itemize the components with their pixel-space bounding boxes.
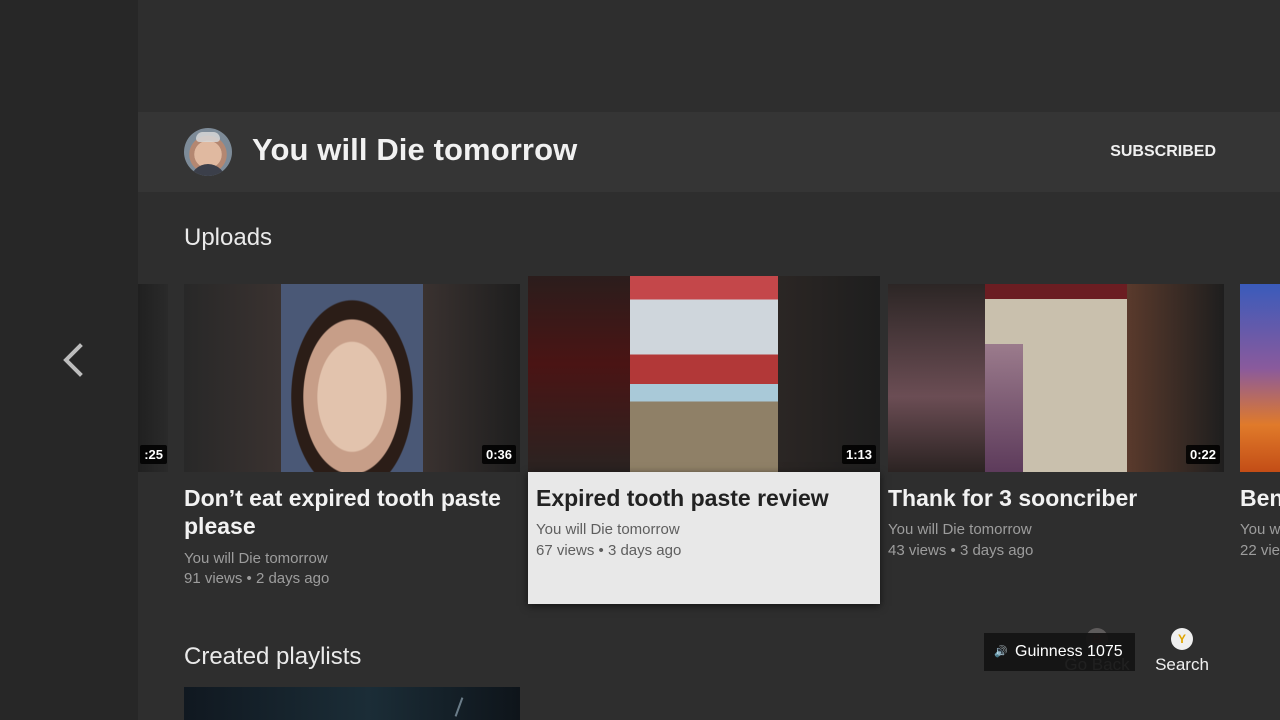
video-card-partial-left[interactable]: :25 [138, 284, 168, 472]
video-author: You w [1240, 521, 1280, 538]
channel-avatar[interactable] [184, 128, 232, 176]
video-duration: 0:22 [1185, 445, 1220, 464]
video-thumbnail [138, 284, 168, 472]
video-title: Thank for 3 sooncriber [888, 485, 1138, 511]
video-stats: 43 views • 3 days ago [888, 542, 1034, 559]
video-thumbnail: 1:13 [528, 276, 880, 472]
video-card-partial-right[interactable]: Ben You w 22 vie [1240, 284, 1280, 574]
video-card[interactable]: 0:36 Don’t eat expired tooth paste pleas… [184, 284, 520, 594]
video-thumbnail [1240, 284, 1280, 472]
video-duration: 0:36 [481, 445, 516, 464]
video-thumbnail: 0:22 [888, 284, 1224, 472]
video-stats: 91 views • 2 days ago [184, 570, 330, 587]
video-author: You will Die tomorrow [184, 550, 328, 567]
video-author: You will Die tomorrow [536, 521, 680, 538]
video-thumbnail: 0:36 [184, 284, 520, 472]
video-duration: :25 [140, 445, 167, 464]
uploads-section-title: Uploads [184, 224, 273, 251]
video-card[interactable]: 0:22 Thank for 3 sooncriber You will Die… [888, 284, 1224, 574]
y-button-icon: Y [1171, 628, 1193, 650]
search-label: Search [1155, 655, 1209, 674]
channel-header: You will Die tomorrow SUBSCRIBED [138, 112, 1280, 192]
speaker-icon: 🔊 [994, 646, 1008, 658]
video-author: You will Die tomorrow [888, 521, 1032, 538]
video-stats: 67 views • 3 days ago [536, 542, 682, 559]
toast-text: Guinness 1075 [1015, 643, 1123, 660]
top-bar [138, 0, 1280, 112]
video-card-selected[interactable]: 1:13 Expired tooth paste review You will… [528, 276, 880, 604]
search-hint[interactable]: Y Search [1148, 628, 1216, 675]
playlists-section-title: Created playlists [184, 643, 362, 670]
channel-name: You will Die tomorrow [252, 132, 578, 167]
video-duration: 1:13 [841, 445, 876, 464]
chevron-left-icon[interactable] [58, 342, 86, 378]
playlist-thumbnail[interactable] [184, 687, 520, 720]
volume-toast: 🔊 Guinness 1075 [984, 633, 1135, 671]
video-title: Expired tooth paste review [536, 485, 829, 511]
video-stats: 22 vie [1240, 542, 1280, 559]
subscribe-button[interactable]: SUBSCRIBED [1110, 143, 1216, 161]
left-sidebar [0, 0, 138, 720]
video-title: Ben [1240, 485, 1280, 511]
video-title: Don’t eat expired tooth paste please [184, 485, 501, 539]
